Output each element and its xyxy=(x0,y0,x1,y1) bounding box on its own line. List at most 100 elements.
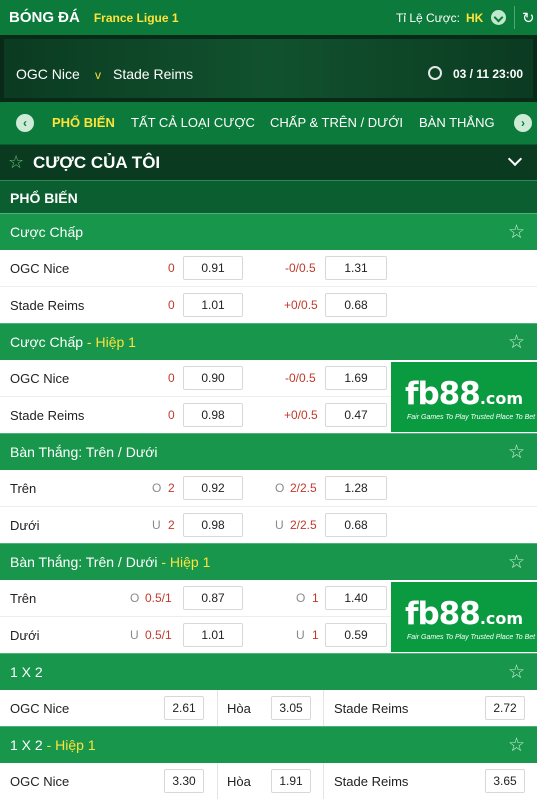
home-outcome-label: OGC Nice xyxy=(10,774,70,789)
odds-button[interactable]: 3.65 xyxy=(485,769,525,793)
handicap-line: +0/0.5 xyxy=(284,298,318,312)
table-row: Dưới U 0.5/1 1.01 U 1 0.59 xyxy=(0,617,391,653)
odds-button[interactable]: 1.40 xyxy=(325,586,387,610)
odds-button[interactable]: 1.28 xyxy=(325,476,387,500)
goal-line: 2 xyxy=(168,518,175,532)
handicap-line: 0 xyxy=(168,371,175,385)
section-title: Cược Chấp xyxy=(10,224,84,240)
divider xyxy=(323,690,324,726)
tab-popular[interactable]: PHỔ BIẾN xyxy=(52,115,115,130)
section-title: Bàn Thắng: Trên / Dưới xyxy=(10,444,158,460)
odds-button[interactable]: 0.59 xyxy=(325,623,387,647)
chevron-down-icon[interactable] xyxy=(507,151,523,167)
favorite-star-icon[interactable]: ☆ xyxy=(508,221,525,244)
team-name: Stade Reims xyxy=(10,408,85,423)
chevron-down-icon[interactable] xyxy=(491,10,506,25)
favorite-star-icon[interactable]: ☆ xyxy=(508,551,525,574)
away-outcome-label: Stade Reims xyxy=(334,701,409,716)
table-row: Trên O 0.5/1 0.87 O 1 1.40 xyxy=(0,580,391,616)
section-over-under: Bàn Thắng: Trên / Dưới ☆ xyxy=(0,433,537,470)
table-row: Stade Reims 0 1.01 +0/0.5 0.68 xyxy=(0,287,537,323)
odds-button[interactable]: 3.30 xyxy=(164,769,204,793)
odds-format-label: Tỉ Lệ Cược: xyxy=(396,10,460,25)
favorite-star-icon[interactable]: ☆ xyxy=(508,331,525,354)
over-under-prefix: O xyxy=(275,481,285,495)
sport-title: BÓNG ĐÁ xyxy=(9,9,80,26)
popular-title: PHỔ BIẾN xyxy=(10,190,78,206)
odds-button[interactable]: 3.05 xyxy=(271,696,311,720)
tab-goals[interactable]: BÀN THẮNG xyxy=(419,115,495,130)
handicap-line: -0/0.5 xyxy=(285,371,316,385)
fb88-logo: fb88.com xyxy=(405,376,523,412)
away-outcome-label: Stade Reims xyxy=(334,774,409,789)
table-row: OGC Nice 0 0.91 -0/0.5 1.31 xyxy=(0,250,537,286)
outcome-name: Dưới xyxy=(10,518,40,533)
section-title-main: 1 X 2 xyxy=(10,737,43,753)
handicap-line: 0 xyxy=(168,261,175,275)
odds-button[interactable]: 0.68 xyxy=(325,513,387,537)
half-label: - Hiệp 1 xyxy=(83,334,136,350)
team-name: Stade Reims xyxy=(10,298,85,313)
divider xyxy=(323,763,324,799)
goal-line: 2/2.5 xyxy=(290,518,317,532)
table-row: Stade Reims 0 0.98 +0/0.5 0.47 xyxy=(0,397,391,433)
team-name: OGC Nice xyxy=(10,261,70,276)
favorite-star-icon[interactable]: ☆ xyxy=(508,661,525,684)
fb88-ad-banner[interactable]: fb88.com Fair Games To Play Trusted Plac… xyxy=(391,582,537,652)
odds-button[interactable]: 1.91 xyxy=(271,769,311,793)
market-tabs: ‹ PHỔ BIẾN TẤT CẢ LOẠI CƯỢC CHẤP & TRÊN … xyxy=(0,102,537,144)
divider xyxy=(217,763,218,799)
refresh-icon[interactable]: ↻ xyxy=(522,9,535,27)
table-row: Dưới U 2 0.98 U 2/2.5 0.68 xyxy=(0,507,537,543)
over-under-prefix: O xyxy=(152,481,162,495)
odds-button[interactable]: 0.90 xyxy=(183,366,243,390)
odds-button[interactable]: 1.01 xyxy=(183,293,243,317)
odds-button[interactable]: 0.68 xyxy=(325,293,387,317)
goal-line: 2/2.5 xyxy=(290,481,317,495)
odds-button[interactable]: 1.01 xyxy=(183,623,243,647)
odds-button[interactable]: 2.72 xyxy=(485,696,525,720)
odds-button[interactable]: 0.92 xyxy=(183,476,243,500)
favorite-star-icon[interactable]: ☆ xyxy=(508,734,525,757)
odds-button[interactable]: 0.98 xyxy=(183,403,243,427)
goal-line: 1 xyxy=(312,628,319,642)
odds-format-value[interactable]: HK xyxy=(466,11,483,25)
home-team: OGC Nice xyxy=(16,66,80,82)
table-row: Trên O 2 0.92 O 2/2.5 1.28 xyxy=(0,470,537,506)
clock-icon xyxy=(428,66,442,80)
half-label: - Hiệp 1 xyxy=(42,737,96,753)
logo-suffix: .com xyxy=(479,389,524,408)
odds-button[interactable]: 0.98 xyxy=(183,513,243,537)
odds-button[interactable]: 0.91 xyxy=(183,256,243,280)
odds-button[interactable]: 0.47 xyxy=(325,403,387,427)
logo-suffix: .com xyxy=(479,609,524,628)
league-name[interactable]: France Ligue 1 xyxy=(94,11,179,25)
fb88-ad-banner[interactable]: fb88.com Fair Games To Play Trusted Plac… xyxy=(391,362,537,432)
my-bets-bar[interactable]: ☆ CƯỢC CỦA TÔI xyxy=(0,144,537,180)
handicap-line: +0/0.5 xyxy=(284,408,318,422)
odds-button[interactable]: 1.31 xyxy=(325,256,387,280)
team-name: OGC Nice xyxy=(10,371,70,386)
goal-line: 2 xyxy=(168,481,175,495)
chevron-left-icon[interactable]: ‹ xyxy=(16,114,34,132)
star-icon: ☆ xyxy=(8,152,25,172)
outcome-name: Trên xyxy=(10,481,37,496)
section-handicap: Cược Chấp ☆ xyxy=(0,213,537,250)
divider xyxy=(217,690,218,726)
tab-all-bets[interactable]: TẤT CẢ LOẠI CƯỢC xyxy=(131,115,255,130)
section-title: 1 X 2 - Hiệp 1 xyxy=(10,737,96,753)
odds-button[interactable]: 0.87 xyxy=(183,586,243,610)
chevron-right-icon[interactable]: › xyxy=(514,114,532,132)
favorite-star-icon[interactable]: ☆ xyxy=(508,441,525,464)
fb88-logo: fb88.com xyxy=(405,596,523,632)
tab-handicap-over-under[interactable]: CHẤP & TRÊN / DƯỚI xyxy=(270,115,403,130)
section-handicap-half1: Cược Chấp - Hiệp 1 ☆ xyxy=(0,323,537,360)
half-label: - Hiệp 1 xyxy=(157,554,211,570)
over-under-prefix: U xyxy=(130,628,139,642)
odds-button[interactable]: 2.61 xyxy=(164,696,204,720)
divider xyxy=(514,6,515,29)
match-header: OGC Nice v Stade Reims 03 / 11 23:00 xyxy=(0,35,537,102)
odds-button[interactable]: 1.69 xyxy=(325,366,387,390)
handicap-line: 0 xyxy=(168,408,175,422)
section-title-main: Cược Chấp xyxy=(10,334,84,350)
